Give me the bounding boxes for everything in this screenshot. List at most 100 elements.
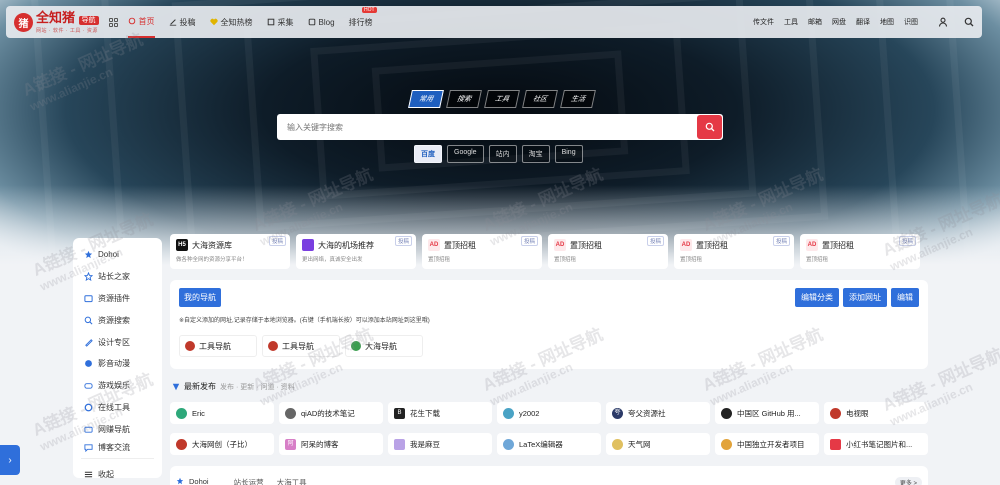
card-logo-icon (302, 239, 314, 251)
engine-bing[interactable]: Bing (554, 145, 583, 163)
my-nav-link[interactable]: 工具导航 (262, 335, 340, 357)
nav-hot-list[interactable]: 全知热榜 (209, 6, 253, 38)
sidebar-item-webmaster[interactable]: 站长之家 (73, 266, 162, 288)
my-nav-actions: 编辑分类 添加网址 编辑 (795, 288, 919, 307)
featured-card[interactable]: 投稿 H5 大海资源库 做各种全网的资源分享平台！ (170, 234, 290, 269)
site-link[interactable]: 阿阿呆的博客 (279, 433, 383, 455)
nav-home-label: 首页 (138, 16, 155, 26)
site-link[interactable]: 大海网创（子比） (170, 433, 274, 455)
tab-tools[interactable]: 工具 (484, 90, 520, 108)
search-input[interactable] (277, 122, 697, 132)
sidebar-item-resource-search[interactable]: 资源搜索 (73, 309, 162, 331)
quick-link-drive[interactable]: 网盘 (832, 17, 846, 27)
film-icon (85, 360, 92, 368)
edit-category-button[interactable]: 编辑分类 (795, 288, 839, 307)
quick-link-image-search[interactable]: 识图 (904, 17, 918, 27)
card-title: 置顶招租 (822, 240, 854, 250)
site-favicon-icon (503, 438, 514, 450)
my-nav-link[interactable]: 工具导航 (179, 335, 257, 357)
search-icon[interactable] (964, 17, 974, 27)
search-icon (84, 316, 93, 325)
sidebar-item-money[interactable]: 网赚导航 (73, 418, 162, 440)
engine-google[interactable]: Google (447, 145, 484, 163)
nav-ranking[interactable]: 排行榜 HOT (348, 6, 377, 38)
sidebar-collapse[interactable]: 收起 (73, 463, 162, 485)
section-tab[interactable]: 大海工具 (277, 477, 307, 485)
engine-taobao[interactable]: 淘宝 (521, 145, 550, 163)
site-link[interactable]: 中国独立开发者项目 (715, 433, 819, 455)
menu-icon (84, 471, 93, 477)
folder-icon (84, 295, 93, 303)
github-icon (721, 407, 732, 419)
sidebar-item-games[interactable]: 游戏娱乐 (73, 375, 162, 397)
sidebar-item-design[interactable]: 设计专区 (73, 331, 162, 353)
nav-ranking-label: 排行榜 (348, 17, 373, 27)
my-nav-link[interactable]: 大海导航 (345, 335, 423, 357)
featured-card[interactable]: 投稿 AD 置顶招租 置顶招租 (422, 234, 542, 269)
nav-collect[interactable]: 采集 (267, 6, 294, 38)
sidebar-item-online-tools[interactable]: 在线工具 (73, 397, 162, 419)
site-link[interactable]: 中国区 GitHub 用... (715, 402, 819, 424)
site-link[interactable]: 天气网 (606, 433, 710, 455)
site-link[interactable]: 电视眼 (824, 402, 928, 424)
featured-card[interactable]: 投稿 大海的机场推荐 更出网络，真诚安全出发 (296, 234, 416, 269)
logo-subtitle: 网站 · 软件 · 工具 · 资源 (36, 27, 98, 34)
logo-badge: 导航 (78, 15, 99, 25)
engine-baidu[interactable]: 百度 (414, 145, 442, 163)
quick-link-map[interactable]: 地图 (880, 17, 894, 27)
card-desc: 置顶招租 (806, 257, 829, 263)
ad-icon: AD (428, 239, 440, 251)
featured-card[interactable]: 投稿 AD 置顶招租 置顶招租 (674, 234, 794, 269)
sidebar-item-plugins[interactable]: 资源插件 (73, 288, 162, 310)
my-nav-title[interactable]: 我的导航 (179, 288, 221, 307)
tab-life[interactable]: 生活 (560, 90, 596, 108)
more-button[interactable]: 更多 > (894, 477, 922, 485)
card-tag: 投稿 (772, 236, 790, 246)
section-tab[interactable]: 站长运营 (234, 477, 264, 485)
tab-common[interactable]: 常用 (408, 90, 444, 108)
site-link[interactable]: y2002 (497, 402, 601, 424)
quick-link-mail[interactable]: 邮箱 (808, 17, 822, 27)
site-link[interactable]: 小红书笔记图片和... (824, 433, 928, 455)
site-logo[interactable]: 猪 全知猪 导航 网站 · 软件 · 工具 · 资源 (14, 11, 99, 34)
card-title: 置顶招租 (444, 240, 476, 250)
my-nav-link-label: 工具导航 (282, 341, 314, 351)
site-link[interactable]: 夸夸父资源社 (606, 402, 710, 424)
search-engine-selector: 百度 Google 站内 淘宝 Bing (414, 145, 583, 163)
card-tag: 投稿 (268, 236, 286, 246)
latest-subtitle: 发布 · 更新 · 问道 · 资料 (220, 383, 295, 391)
featured-card[interactable]: 投稿 AD 置顶招租 置顶招租 (548, 234, 668, 269)
sidebar-item-label: 影音动漫 (98, 359, 130, 369)
search-button[interactable] (697, 115, 722, 139)
blog-icon (308, 18, 315, 26)
tab-search[interactable]: 搜索 (446, 90, 482, 108)
quick-link-translate[interactable]: 翻译 (856, 17, 870, 27)
nav-blog[interactable]: Blog (308, 6, 335, 38)
sidebar-item-video[interactable]: 影音动漫 (73, 353, 162, 375)
sidebar-item-dohoi[interactable]: Dohoi (73, 244, 162, 266)
site-link[interactable]: LaTeX编辑器 (497, 433, 601, 455)
section-title: Dohoi (189, 477, 209, 485)
add-url-button[interactable]: 添加网址 (843, 288, 887, 307)
site-link[interactable]: B 花生下载 (388, 402, 492, 424)
sidebar-item-blogs[interactable]: 博客交流 (73, 440, 162, 454)
site-label: 花生下载 (410, 408, 440, 418)
pen-icon (85, 338, 93, 347)
engine-site[interactable]: 站内 (488, 145, 517, 163)
tab-community[interactable]: 社区 (522, 90, 558, 108)
quick-link-upload[interactable]: 传文件 (753, 17, 774, 27)
site-link[interactable]: Eric (170, 402, 274, 424)
edit-button[interactable]: 编辑 (891, 288, 919, 307)
apps-grid-icon[interactable] (108, 17, 118, 27)
money-icon (84, 426, 93, 433)
nav-submit[interactable]: 投稿 (169, 6, 196, 38)
site-link[interactable]: 我是麻豆 (388, 433, 492, 455)
user-icon[interactable] (938, 17, 948, 27)
nav-home[interactable]: 首页 (127, 6, 155, 38)
site-favicon-icon: 阿 (285, 438, 296, 450)
quick-link-tools[interactable]: 工具 (784, 17, 798, 27)
expand-sidebar-button[interactable]: › (0, 445, 20, 475)
site-link[interactable]: qiAD的技术笔记 (279, 402, 383, 424)
featured-card[interactable]: 投稿 AD 置顶招租 置顶招租 (800, 234, 920, 269)
game-icon (84, 383, 93, 389)
